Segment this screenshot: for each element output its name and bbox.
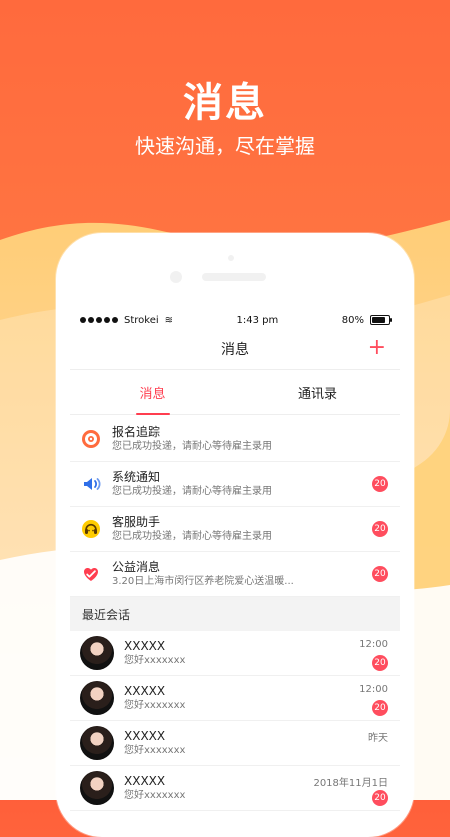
avatar	[80, 681, 114, 715]
avatar	[80, 726, 114, 760]
status-left: Strokei ≋	[80, 315, 173, 326]
chat-time: 12:00	[359, 639, 388, 650]
notification-title: 公益消息	[112, 560, 161, 574]
notification-texts: 客服助手 您已成功投递，请耐心等待雇主录用	[112, 514, 390, 544]
add-button[interactable]: +	[368, 337, 386, 359]
chat-preview: 您好xxxxxxx	[124, 790, 186, 801]
headset-icon-svg	[82, 520, 100, 538]
phone-speaker	[202, 273, 266, 281]
notification-item[interactable]: 公益消息 3.20日上海市闵行区养老院爱心送温暖... 20	[70, 552, 400, 597]
chat-texts: XXXXX 您好xxxxxxx	[124, 638, 390, 668]
headset-icon	[80, 518, 102, 540]
battery-fill	[371, 317, 385, 323]
chat-time: 2018年11月1日	[313, 778, 388, 789]
unread-badge: 20	[372, 521, 388, 537]
speaker-icon	[80, 473, 102, 495]
phone-sensor	[228, 255, 234, 261]
chat-preview: 您好xxxxxxx	[124, 745, 186, 756]
notification-title: 系统通知	[112, 470, 161, 484]
wifi-icon: ≋	[164, 314, 174, 326]
notification-texts: 公益消息 3.20日上海市闵行区养老院爱心送温暖...	[112, 559, 390, 589]
unread-badge: 20	[372, 655, 388, 671]
chat-name: XXXXX	[124, 639, 166, 653]
chat-item[interactable]: XXXXX 您好xxxxxxx 12:00 20	[70, 631, 400, 676]
status-bar: Strokei ≋ 1:43 pm 80%	[70, 311, 400, 329]
battery-percent: 80%	[341, 314, 364, 326]
carrier-label: Strokei	[124, 314, 159, 326]
notification-texts: 报名追踪 您已成功投递，请耐心等待雇主录用	[112, 424, 390, 454]
notification-list: 报名追踪 您已成功投递，请耐心等待雇主录用 系统通知 您已成功投递，请耐心等待雇…	[70, 415, 400, 597]
unread-badge: 20	[372, 476, 388, 492]
chat-texts: XXXXX 您好xxxxxxx	[124, 683, 390, 713]
signal-icon	[80, 317, 118, 323]
speaker-icon-svg	[84, 478, 101, 490]
target-icon-svg	[82, 430, 100, 448]
phone-top	[58, 235, 412, 311]
chat-time: 昨天	[368, 733, 388, 744]
chat-list: XXXXX 您好xxxxxxx 12:00 20 XXXXX 您好xxxxxxx…	[70, 631, 400, 811]
phone-mockup: Strokei ≋ 1:43 pm 80% 消息 + 消息 通讯录 报名追踪 您…	[56, 233, 414, 837]
notification-message: 您已成功投递，请耐心等待雇主录用	[112, 486, 272, 497]
promo-subtitle: 快速沟通，尽在掌握	[135, 134, 315, 158]
notification-item[interactable]: 报名追踪 您已成功投递，请耐心等待雇主录用	[70, 417, 400, 462]
tab-messages[interactable]: 消息	[70, 370, 235, 414]
chat-name: XXXXX	[124, 729, 166, 743]
page-title: 消息	[221, 342, 249, 358]
notification-message: 您已成功投递，请耐心等待雇主录用	[112, 441, 272, 452]
promo-title: 消息	[183, 80, 267, 126]
tab-bar: 消息 通讯录	[70, 370, 400, 415]
notification-item[interactable]: 客服助手 您已成功投递，请耐心等待雇主录用 20	[70, 507, 400, 552]
heart-icon-svg	[84, 568, 98, 581]
top-navbar: 消息 +	[70, 329, 400, 370]
chat-preview: 您好xxxxxxx	[124, 700, 186, 711]
avatar	[80, 636, 114, 670]
notification-texts: 系统通知 您已成功投递，请耐心等待雇主录用	[112, 469, 390, 499]
chat-texts: XXXXX 您好xxxxxxx	[124, 728, 390, 758]
unread-badge: 20	[372, 790, 388, 806]
chat-preview: 您好xxxxxxx	[124, 655, 186, 666]
chat-name: XXXXX	[124, 684, 166, 698]
notification-title: 客服助手	[112, 515, 161, 529]
notification-message: 您已成功投递，请耐心等待雇主录用	[112, 531, 272, 542]
notification-title: 报名追踪	[112, 425, 161, 439]
target-icon	[80, 428, 102, 450]
unread-badge: 20	[372, 700, 388, 716]
chat-time: 12:00	[359, 684, 388, 695]
phone-camera	[170, 271, 182, 283]
chat-item[interactable]: XXXXX 您好xxxxxxx 12:00 20	[70, 676, 400, 721]
notification-item[interactable]: 系统通知 您已成功投递，请耐心等待雇主录用 20	[70, 462, 400, 507]
notification-message: 3.20日上海市闵行区养老院爱心送温暖...	[112, 576, 294, 587]
status-right: 80%	[341, 314, 392, 326]
status-time: 1:43 pm	[236, 314, 279, 326]
tab-contacts[interactable]: 通讯录	[235, 370, 400, 414]
battery-icon	[369, 315, 392, 325]
unread-badge: 20	[372, 566, 388, 582]
heart-icon	[80, 563, 102, 585]
phone-screen: Strokei ≋ 1:43 pm 80% 消息 + 消息 通讯录 报名追踪 您…	[70, 311, 400, 821]
chat-item[interactable]: XXXXX 您好xxxxxxx 2018年11月1日 20	[70, 766, 400, 811]
recent-conversations-header: 最近会话	[70, 597, 400, 631]
chat-item[interactable]: XXXXX 您好xxxxxxx 昨天	[70, 721, 400, 766]
